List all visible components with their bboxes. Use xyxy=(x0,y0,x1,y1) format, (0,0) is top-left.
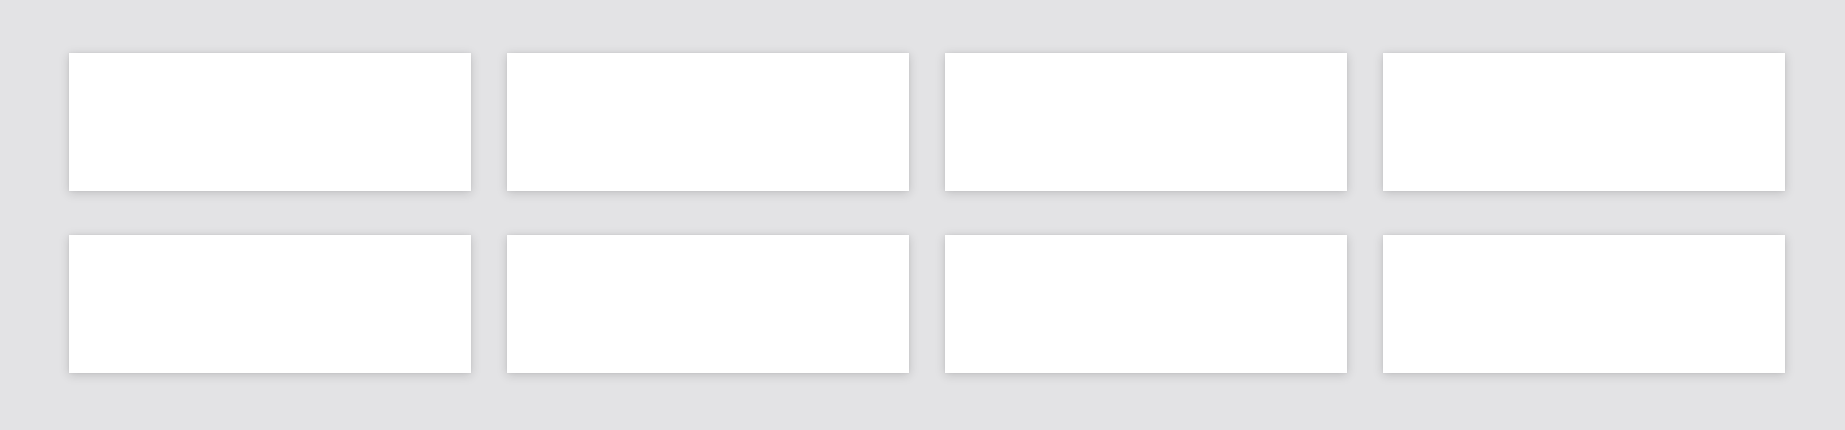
card-3[interactable] xyxy=(945,53,1347,191)
card-8-label xyxy=(1383,235,1785,373)
card-6-label xyxy=(507,235,909,373)
card-5[interactable] xyxy=(69,235,471,373)
card-4[interactable] xyxy=(1383,53,1785,191)
card-3-label xyxy=(945,53,1347,191)
card-2-label xyxy=(507,53,909,191)
card-7-label xyxy=(945,235,1347,373)
page-background: { "background_color": "#e3e3e5", "card_c… xyxy=(0,0,1845,430)
card-7[interactable] xyxy=(945,235,1347,373)
card-grid xyxy=(69,53,1785,373)
card-6[interactable] xyxy=(507,235,909,373)
card-2[interactable] xyxy=(507,53,909,191)
card-1-label xyxy=(69,53,471,191)
card-8[interactable] xyxy=(1383,235,1785,373)
card-5-label xyxy=(69,235,471,373)
card-1[interactable] xyxy=(69,53,471,191)
card-4-label xyxy=(1383,53,1785,191)
